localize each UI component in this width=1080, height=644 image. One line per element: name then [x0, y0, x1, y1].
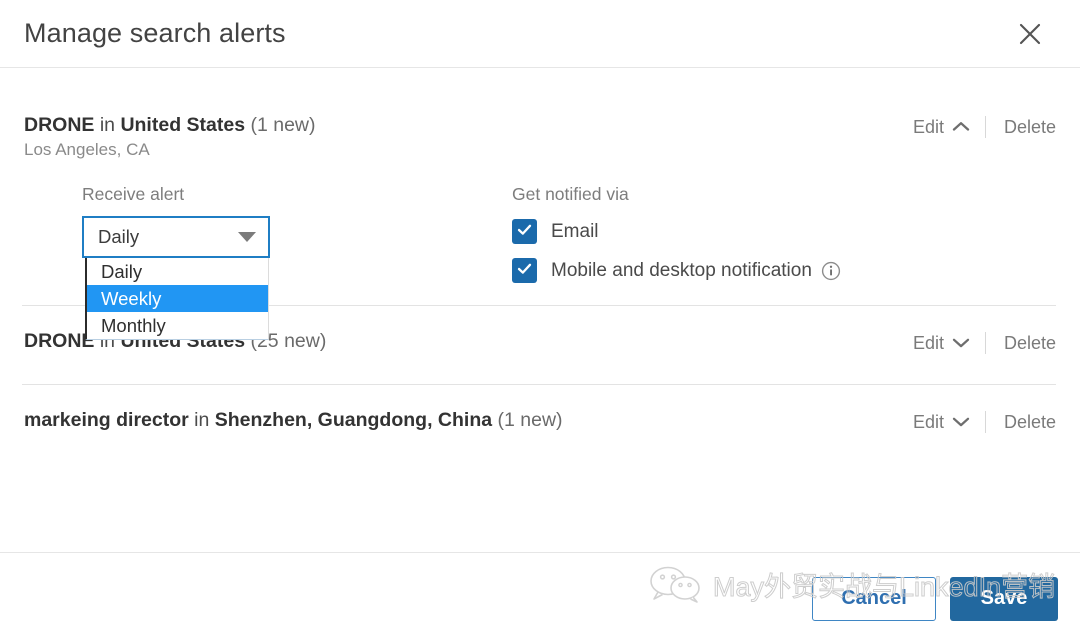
chevron-down-icon — [238, 232, 256, 243]
alert-keyword: markeing director — [24, 409, 189, 432]
edit-button[interactable]: Edit — [913, 333, 985, 354]
modal-header: Manage search alerts — [0, 0, 1080, 68]
alert-title: markeing director in Shenzhen, Guangdong… — [24, 409, 913, 431]
alert-settings-panel: Receive alert Daily Daily Weekly Monthly — [24, 160, 1056, 341]
channel-email-row: Email — [512, 219, 1056, 245]
close-icon — [1017, 21, 1043, 47]
frequency-selected-value: Daily — [98, 226, 140, 248]
alert-title-block: markeing director in Shenzhen, Guangdong… — [24, 409, 913, 431]
alert-keyword: DRONE — [24, 330, 95, 353]
check-icon — [516, 260, 533, 282]
modal-footer: Cancel Save — [0, 552, 1080, 644]
info-icon[interactable] — [821, 261, 841, 281]
alert-actions: Edit Delete — [913, 116, 1056, 138]
edit-label: Edit — [912, 116, 944, 137]
receive-alert-label: Receive alert — [82, 184, 185, 205]
page-title: Manage search alerts — [24, 18, 286, 48]
alert-connector: in — [94, 114, 121, 136]
alert-new-count: (1 new) — [492, 409, 563, 432]
alert-item: DRONE in United States (1 new) Los Angel… — [0, 68, 1080, 341]
mobile-desktop-label: Mobile and desktop notification — [551, 259, 812, 281]
notify-via-field: Get notified via Email Mobile and deskto… — [512, 184, 1056, 284]
alert-actions: Edit Delete — [913, 332, 1056, 355]
frequency-select-wrapper: Daily Daily Weekly Monthly — [82, 216, 270, 341]
channel-mobile-desktop-row: Mobile and desktop notification — [512, 258, 1056, 284]
cancel-button[interactable]: Cancel — [812, 576, 936, 621]
alert-item: markeing director in Shenzhen, Guangdong… — [0, 385, 1080, 434]
alert-actions: Edit Delete — [913, 411, 1056, 434]
alert-connector: in — [188, 409, 215, 432]
chevron-down-icon — [951, 412, 971, 433]
frequency-option-daily[interactable]: Daily — [87, 258, 268, 285]
email-label: Email — [551, 220, 599, 242]
mobile-desktop-checkbox[interactable] — [512, 258, 537, 284]
alert-new-count: (1 new) — [245, 114, 316, 136]
frequency-option-weekly[interactable]: Weekly — [87, 285, 268, 313]
edit-button[interactable]: Edit — [913, 412, 985, 433]
delete-button[interactable]: Delete — [986, 333, 1056, 354]
alert-title-block: DRONE in United States (1 new) Los Angel… — [24, 114, 913, 160]
alert-title: DRONE in United States (1 new) — [24, 114, 913, 136]
check-icon — [516, 221, 533, 243]
receive-alert-field: Receive alert Daily Daily Weekly Monthly — [82, 184, 512, 341]
delete-button[interactable]: Delete — [986, 412, 1056, 433]
save-button[interactable]: Save — [950, 576, 1058, 621]
edit-button[interactable]: Edit — [913, 117, 985, 138]
alert-keyword: DRONE — [24, 114, 95, 136]
alerts-list: DRONE in United States (1 new) Los Angel… — [0, 68, 1080, 552]
close-button[interactable] — [1010, 14, 1050, 54]
frequency-select[interactable]: Daily — [82, 216, 270, 259]
notify-via-label: Get notified via — [512, 184, 629, 205]
email-checkbox[interactable] — [512, 219, 537, 245]
frequency-options-list: Daily Weekly Monthly — [85, 258, 269, 341]
chevron-up-icon — [951, 117, 971, 138]
delete-button[interactable]: Delete — [986, 117, 1056, 138]
edit-label: Edit — [912, 332, 944, 353]
alert-location: United States — [120, 114, 246, 136]
frequency-option-monthly[interactable]: Monthly — [87, 312, 268, 339]
manage-search-alerts-modal: Manage search alerts DRONE in United Sta… — [0, 0, 1080, 644]
alert-sublocation: Los Angeles, CA — [24, 140, 150, 160]
alert-location: Shenzhen, Guangdong, China — [214, 409, 493, 432]
alert-header: markeing director in Shenzhen, Guangdong… — [24, 409, 1056, 434]
chevron-down-icon — [951, 333, 971, 354]
alert-header: DRONE in United States (1 new) Los Angel… — [24, 114, 1056, 160]
edit-label: Edit — [912, 411, 944, 432]
